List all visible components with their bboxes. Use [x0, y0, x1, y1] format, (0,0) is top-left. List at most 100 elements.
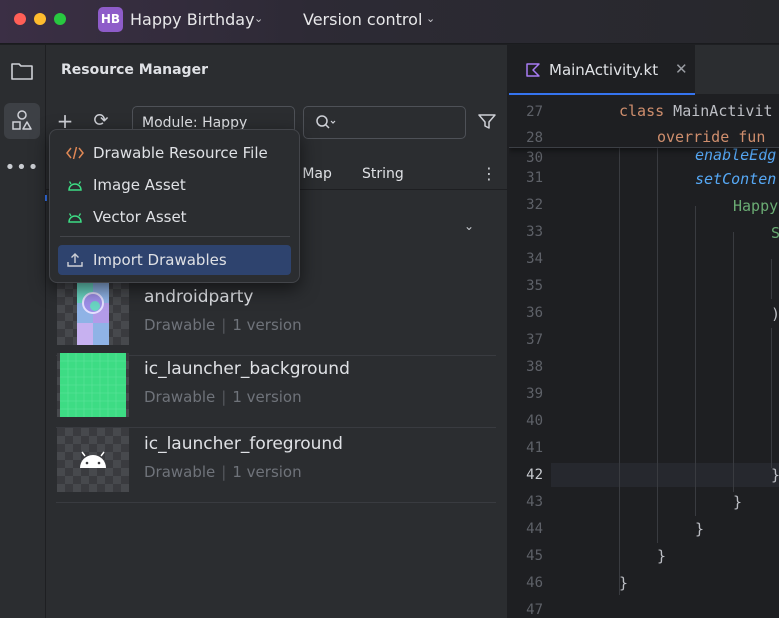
folder-icon	[11, 63, 33, 80]
resource-thumbnail	[57, 353, 129, 417]
project-tool-button[interactable]	[4, 53, 40, 89]
resource-type: Drawable	[144, 388, 216, 406]
resource-versions: 1 version	[232, 463, 302, 481]
code-line: Happy	[733, 197, 779, 215]
code-line: }	[657, 547, 667, 565]
menu-item-vector-asset[interactable]: Vector Asset	[58, 202, 291, 232]
line-number: 46	[526, 575, 543, 591]
line-number: 34	[526, 251, 543, 267]
line-number-current: 42	[526, 467, 543, 483]
tab-string[interactable]: String	[362, 166, 404, 182]
indent-guide	[619, 148, 620, 595]
resource-meta: Drawable | 1 version	[144, 316, 302, 334]
kotlin-file-icon	[526, 63, 540, 77]
upload-icon	[67, 253, 83, 267]
zoom-window-button[interactable]	[54, 13, 66, 25]
filter-button[interactable]	[476, 111, 498, 133]
chevron-down-icon[interactable]: ⌄	[426, 12, 435, 25]
resource-manager-tool-button[interactable]	[4, 103, 40, 139]
search-icon	[316, 115, 336, 129]
code-editor[interactable]: 30 31 32 33 34 35 36 37 38 39 40 41 42 4…	[509, 96, 779, 618]
indent-guide	[695, 206, 696, 516]
indent-guide	[771, 328, 772, 468]
code-line: }	[771, 466, 779, 484]
chevron-down-icon[interactable]: ⌄	[464, 219, 474, 233]
line-number: 36	[526, 305, 543, 321]
resource-item[interactable]: ic_launcher_foreground Drawable | 1 versio…	[56, 428, 496, 503]
project-name[interactable]: Happy Birthday	[130, 10, 255, 29]
minimize-window-button[interactable]	[34, 13, 46, 25]
search-input[interactable]	[303, 106, 466, 139]
resource-thumbnail	[57, 428, 129, 492]
add-resource-menu: Drawable Resource File Image Asset Vecto…	[49, 129, 300, 283]
line-number: 32	[526, 197, 543, 213]
line-number: 39	[526, 386, 543, 402]
tool-window-strip: •••	[0, 45, 46, 618]
close-window-button[interactable]	[14, 13, 26, 25]
code-line: }	[695, 520, 705, 538]
line-number: 38	[526, 359, 543, 375]
android-icon	[68, 181, 82, 191]
code-file-icon	[66, 146, 84, 160]
line-number: 30	[526, 150, 543, 166]
menu-item-import-drawables[interactable]: Import Drawables	[58, 245, 291, 275]
line-number: 47	[526, 602, 543, 618]
menu-item-image-asset[interactable]: Image Asset	[58, 170, 291, 200]
menu-item-label: Vector Asset	[93, 208, 187, 226]
chevron-down-icon[interactable]: ⌄	[254, 12, 263, 25]
sticky-scroll-header[interactable]: 27 28 class MainActivit override fun	[509, 96, 779, 148]
close-icon[interactable]: ✕	[675, 60, 688, 78]
line-number: 33	[526, 224, 543, 240]
project-badge[interactable]: HB	[98, 7, 123, 32]
code-line: S	[771, 224, 779, 242]
menu-item-drawable-resource-file[interactable]: Drawable Resource File	[58, 138, 291, 168]
filter-icon	[478, 114, 496, 129]
resource-type: Drawable	[144, 316, 216, 334]
menu-separator	[60, 236, 290, 237]
resource-name: ic_launcher_foreground	[144, 434, 343, 454]
indent-guide	[771, 259, 772, 299]
line-number: 28	[526, 130, 543, 146]
menu-item-label: Drawable Resource File	[93, 144, 268, 162]
line-number-gutter: 30 31 32 33 34 35 36 37 38 39 40 41 42 4…	[509, 96, 551, 618]
more-icon[interactable]: •••	[4, 153, 40, 189]
indent-guide	[733, 232, 734, 492]
resource-versions: 1 version	[232, 388, 302, 406]
line-number: 43	[526, 494, 543, 510]
editor-tab-bar: MainActivity.kt ✕	[509, 45, 779, 95]
resource-name: ic_launcher_background	[144, 359, 350, 379]
android-icon	[80, 451, 106, 468]
line-number: 27	[526, 104, 543, 120]
more-tabs-icon[interactable]: ⋮	[481, 164, 497, 183]
title-bar: HB Happy Birthday ⌄ Version control ⌄	[0, 0, 779, 44]
tab-indicator	[45, 195, 47, 201]
tab-mainactivity[interactable]: MainActivity.kt ✕	[509, 45, 695, 95]
tab-label: MainActivity.kt	[549, 61, 659, 79]
line-number: 45	[526, 548, 543, 564]
menu-item-label: Import Drawables	[93, 251, 227, 269]
code-line: )	[771, 305, 779, 323]
menu-item-label: Image Asset	[93, 176, 186, 194]
code-line: }	[619, 574, 629, 592]
resource-item[interactable]: ic_launcher_background Drawable | 1 versio…	[56, 353, 496, 428]
line-number: 31	[526, 170, 543, 186]
indent-guide	[657, 148, 658, 543]
code-line: setConten	[695, 170, 777, 188]
version-control-menu[interactable]: Version control	[303, 10, 422, 29]
shapes-icon	[12, 110, 32, 130]
resource-item[interactable]: androidparty Drawable | 1 version	[56, 281, 496, 356]
androidparty-preview	[77, 281, 109, 345]
code-line: }	[733, 493, 743, 511]
line-number: 41	[526, 440, 543, 456]
android-icon	[68, 213, 82, 223]
grid-background-preview	[60, 353, 126, 417]
resource-type: Drawable	[144, 463, 216, 481]
resource-versions: 1 version	[232, 316, 302, 334]
sticky-line: class MainActivit	[619, 102, 773, 120]
code-line: enableEdg	[695, 146, 777, 164]
panel-title: Resource Manager	[61, 62, 208, 78]
line-number: 40	[526, 413, 543, 429]
resource-name: androidparty	[144, 287, 254, 307]
resource-meta: Drawable | 1 version	[144, 463, 302, 481]
resource-thumbnail	[57, 281, 129, 345]
